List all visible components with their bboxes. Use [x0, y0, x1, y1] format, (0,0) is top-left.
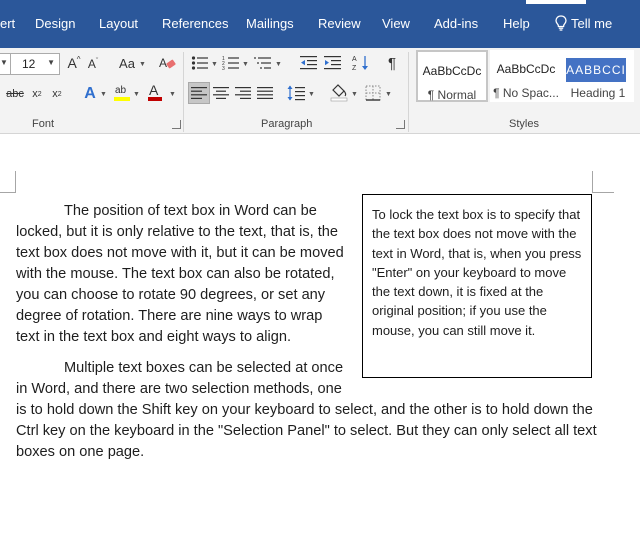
text-effects-icon[interactable]: A: [82, 84, 98, 104]
paragraph-dialog-launcher[interactable]: [396, 120, 405, 129]
chevron-down-icon: ▼: [242, 61, 249, 68]
svg-text:A: A: [352, 56, 357, 63]
numbering-icon[interactable]: 123: [222, 54, 240, 72]
chevron-down-icon: ▼: [385, 91, 392, 98]
multilevel-list-icon[interactable]: [254, 54, 272, 72]
justify-icon[interactable]: [256, 83, 274, 103]
style-no-spacing[interactable]: AaBbCcDc ¶ No Spac...: [490, 50, 562, 102]
font-size-value: 12: [22, 57, 36, 71]
font-group-label: Font: [32, 118, 55, 130]
group-divider: [183, 52, 184, 132]
show-hide-icon[interactable]: ¶: [384, 53, 400, 73]
styles-group-label: Styles: [509, 118, 539, 130]
paragraph-1[interactable]: The position of text box in Word can be …: [16, 201, 348, 348]
font-name-box[interactable]: ▼: [0, 53, 10, 75]
chevron-down-icon: ▼: [275, 61, 282, 68]
tab-layout[interactable]: Layout: [99, 16, 138, 31]
highlight-icon[interactable]: ab: [113, 82, 131, 102]
svg-text:3: 3: [222, 66, 225, 71]
borders-icon[interactable]: [364, 83, 382, 103]
grow-font-icon[interactable]: A ^: [66, 54, 82, 72]
chevron-down-icon: ▼: [0, 58, 8, 67]
tab-insert[interactable]: ert: [0, 16, 15, 31]
strikethrough-icon[interactable]: abc: [4, 86, 26, 102]
superscript-icon[interactable]: x2: [50, 86, 64, 102]
line-spacing-icon[interactable]: [287, 83, 305, 103]
style-name-label: ¶ Normal: [427, 88, 477, 102]
tab-references[interactable]: References: [162, 16, 228, 31]
font-dialog-launcher[interactable]: [172, 120, 181, 129]
text-box-content[interactable]: To lock the text box is to specify that …: [372, 207, 581, 338]
sort-icon[interactable]: AZ: [352, 54, 370, 72]
chevron-down-icon: ▼: [139, 61, 146, 68]
lightbulb-icon: [555, 15, 567, 31]
svg-text:A: A: [149, 82, 159, 98]
tell-me-search[interactable]: Tell me: [555, 15, 612, 31]
center-icon[interactable]: [212, 83, 230, 103]
group-divider: [408, 52, 409, 132]
svg-text:ab: ab: [115, 85, 127, 96]
style-preview-text: AaBbCcDc: [496, 62, 556, 76]
margin-corner-mark: [592, 171, 614, 193]
ribbon-home: ▼ 12 ▼ A ^ Aˇ Aa ▼ A abc x2 x2 A ▼ ab ▼ A…: [0, 48, 640, 134]
align-left-icon[interactable]: [188, 82, 210, 104]
increase-indent-icon[interactable]: [324, 54, 342, 72]
margin-corner-mark: [0, 171, 16, 193]
styles-gallery: AaBbCcDc ¶ Normal AaBbCcDc ¶ No Spac... …: [414, 48, 640, 104]
clear-formatting-icon[interactable]: A: [158, 54, 176, 72]
style-preview-text: AABBCCI: [566, 58, 626, 82]
shrink-font-icon[interactable]: Aˇ: [86, 56, 100, 72]
tab-review[interactable]: Review: [318, 16, 361, 31]
chevron-down-icon: ▼: [308, 91, 315, 98]
chevron-down-icon: ▼: [100, 91, 107, 98]
chevron-down-icon: ▼: [169, 91, 176, 98]
font-color-icon[interactable]: A: [147, 82, 163, 102]
subscript-icon[interactable]: x2: [30, 86, 44, 102]
tab-addins[interactable]: Add-ins: [434, 16, 478, 31]
style-preview-text: AaBbCcDc: [422, 64, 482, 78]
change-case-icon[interactable]: Aa: [116, 54, 138, 72]
chevron-down-icon: ▼: [133, 91, 140, 98]
svg-text:A: A: [159, 56, 167, 70]
decrease-indent-icon[interactable]: [300, 54, 318, 72]
text-box[interactable]: To lock the text box is to specify that …: [362, 194, 592, 378]
tab-view[interactable]: View: [382, 16, 410, 31]
tab-design[interactable]: Design: [35, 16, 75, 31]
tellme-highlight-strip: [526, 0, 586, 4]
chevron-down-icon: ▼: [211, 61, 218, 68]
ribbon-tab-bar: ert Design Layout References Mailings Re…: [0, 0, 640, 48]
style-name-label: Heading 1: [570, 86, 626, 100]
align-right-icon[interactable]: [234, 83, 252, 103]
tell-me-label: Tell me: [571, 15, 613, 31]
style-name-label: ¶ No Spac...: [493, 86, 559, 100]
svg-text:Z: Z: [352, 65, 357, 72]
tab-mailings[interactable]: Mailings: [246, 16, 294, 31]
chevron-down-icon: ▼: [351, 91, 358, 98]
font-size-box[interactable]: 12 ▼: [10, 53, 60, 75]
style-heading-1[interactable]: AABBCCI Heading 1: [562, 50, 634, 102]
shading-icon[interactable]: [330, 82, 348, 102]
style-normal[interactable]: AaBbCcDc ¶ Normal: [416, 50, 488, 102]
paragraph-group-label: Paragraph: [261, 118, 313, 130]
bullets-icon[interactable]: [191, 54, 209, 72]
chevron-down-icon: ▼: [47, 58, 55, 67]
tab-help[interactable]: Help: [503, 16, 530, 31]
